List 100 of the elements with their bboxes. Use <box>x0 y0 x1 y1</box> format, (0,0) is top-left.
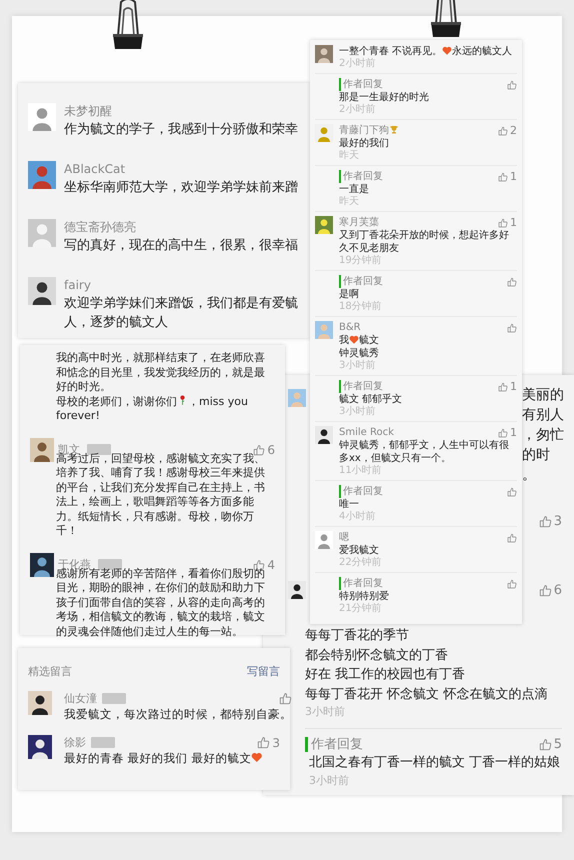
commenter-name: 未梦初醒 <box>64 103 113 120</box>
comment-text: 最好的我们 <box>339 137 389 150</box>
avatar-icon <box>28 161 56 189</box>
comment-time: 4小时前 <box>339 511 376 523</box>
thumbs-up-icon <box>279 692 292 705</box>
comment-text: 的时 <box>522 446 551 465</box>
comment-time: 2小时前 <box>339 58 376 70</box>
commenter-name: 青藤门下狗 <box>339 125 389 136</box>
like-count: 1 <box>510 171 517 182</box>
thumbs-up-icon <box>507 578 517 588</box>
comment-text: 我爱毓文，每次路过的时候，都特别自豪。 <box>64 707 292 721</box>
comment-text: 一直是 <box>339 183 369 196</box>
commenter-name: 徐影 <box>64 735 86 750</box>
commenter-name: 寒月芙蕖 <box>339 217 379 228</box>
commenter-name: B&R <box>339 322 361 333</box>
comment-text: 特别特别爱 <box>339 590 389 602</box>
avatar-icon <box>315 216 333 234</box>
like-count: 3 <box>272 736 280 748</box>
like-count: 6 <box>267 444 275 456</box>
commenter-name: 嗯 <box>339 532 349 543</box>
reply-text: 北国之春有丁香一样的毓文 丁香一样的姑娘 <box>309 754 562 772</box>
thumbs-up-icon <box>507 322 517 332</box>
avatar-icon <box>28 277 56 305</box>
avatar-icon <box>30 438 54 462</box>
comment-text: 那是一生最好的时光 <box>339 91 429 104</box>
comment-text: 又到丁香花朵开放的时候，想起许多好久不见老朋友 <box>339 229 510 254</box>
avatar-icon <box>28 735 52 759</box>
thumbs-up-icon <box>498 428 508 438</box>
trophy-icon <box>389 124 399 134</box>
reply-label: 作者回复 <box>339 380 383 393</box>
thumbs-up-icon <box>507 486 517 496</box>
commenter-name: ABlackCat <box>64 161 126 178</box>
comment-text: 爱我毓文 <box>339 544 379 556</box>
thumbs-up-icon <box>257 736 270 749</box>
like-count: 1 <box>510 427 517 438</box>
comment-text: 一整个青春 不说再见。 <box>339 45 442 58</box>
comment-text: 永远的毓文人 <box>452 45 512 58</box>
binder-clip-icon <box>110 0 146 50</box>
comment-text: 。 <box>522 466 537 485</box>
commenter-name: 于化燕 <box>58 557 91 571</box>
comment-time: 2小时前 <box>339 104 376 116</box>
avatar-icon <box>315 124 333 142</box>
section-title: 精选留言 <box>28 664 72 679</box>
comment-text: 唯一 <box>339 498 359 510</box>
comment-text: 写的真好，现在的高中生，很累，很幸福 <box>64 237 298 255</box>
like-count: 2 <box>510 125 517 136</box>
comment-text: 高考过后，回望母校，感谢毓文充实了我、培养了我、哺育了我！感谢母校三年来提供的平台，让我们充分发挥自己在主持上，书法上，绘画上，歌唱舞蹈等等各方面多能力。纸短情长，只有感谢。母校，吻你万千！ <box>56 452 266 538</box>
reply-label: 作者回复 <box>339 170 383 183</box>
like-count: 6 <box>554 584 562 596</box>
like-count: 4 <box>267 558 275 570</box>
comment-time: 3小时前 <box>339 406 376 418</box>
comment-time: 昨天 <box>339 196 360 208</box>
comment-text: 坐标华南师范大学，欢迎学弟学妹前来蹭 <box>64 179 298 197</box>
avatar-icon <box>315 321 333 339</box>
avatar-icon <box>28 219 56 247</box>
avatar-icon <box>315 45 333 63</box>
comment-time: 22分钟前 <box>339 557 383 569</box>
comment-time: 19分钟前 <box>339 255 383 267</box>
binder-clip-icon <box>428 0 464 38</box>
thumbs-up-icon <box>538 584 552 596</box>
comment-text: 每每丁香花的季节 都会特别怀念毓文的丁香 好在 我工作的校园也有丁香 每每丁香花开 怀念毓文 怀念在毓文的点滴 <box>305 627 548 704</box>
thumbs-up-icon <box>498 382 508 392</box>
comment-text: 美丽的 <box>522 386 565 405</box>
thumbs-up-icon <box>498 172 508 182</box>
avatar-icon <box>315 531 333 549</box>
thumbs-up-icon <box>498 218 508 228</box>
commenter-name: fairy <box>64 277 92 294</box>
comment-time: 3小时前 <box>305 704 346 720</box>
avatar-icon <box>315 426 333 444</box>
comment-time: 昨天 <box>339 150 360 162</box>
comment-text: forever! <box>56 409 100 422</box>
write-comment-link[interactable]: 写留言 <box>247 664 280 679</box>
like-count: 1 <box>510 381 517 392</box>
thumbs-up-icon <box>498 126 508 136</box>
heart-icon <box>251 752 263 763</box>
heart-icon <box>349 334 359 344</box>
thumbs-up-icon <box>538 738 552 751</box>
comment-text: 钟灵毓秀，郁郁乎文，人生中可以有很多xx，但毓文只有一个。 <box>339 439 510 464</box>
comment-text: 毓文 郁郁乎文 <box>339 393 402 406</box>
comment-text: 我 <box>339 334 349 347</box>
comment-text: 母校的老师们，谢谢你们 <box>56 394 177 408</box>
commenter-name: Smile Rock <box>339 427 394 438</box>
comment-time: 11小时前 <box>339 465 383 477</box>
comment-text: 作为毓文的学子，我感到十分骄傲和荣幸 <box>64 121 298 139</box>
comment-text: 我的高中时光，就那样结束了，在老师欣喜和惦念的目光里，我发觉我经历的，就是最好的时光。 <box>56 351 265 393</box>
comment-text: ，miss you <box>188 394 248 408</box>
reply-label: 作者回复 <box>339 485 383 498</box>
comment-text: 欢迎学弟学妹们来蹭饭，我们都是有爱毓 人，逐梦的毓文人 <box>64 295 298 332</box>
comment-time: 18分钟前 <box>339 301 383 313</box>
reply-time: 3小时前 <box>309 773 350 788</box>
avatar-icon <box>28 103 56 131</box>
commenter-name: 德宝斋孙德亮 <box>64 219 137 236</box>
comment-text: ，匆忙 <box>522 426 565 445</box>
thumbs-up-icon <box>507 80 517 90</box>
like-count: 5 <box>554 738 562 751</box>
avatar-icon <box>28 691 52 715</box>
reply-label: 作者回复 <box>339 78 383 91</box>
avatar-icon <box>30 552 54 576</box>
thumbs-up-icon <box>507 532 517 542</box>
comment-time: 3小时前 <box>339 360 376 372</box>
